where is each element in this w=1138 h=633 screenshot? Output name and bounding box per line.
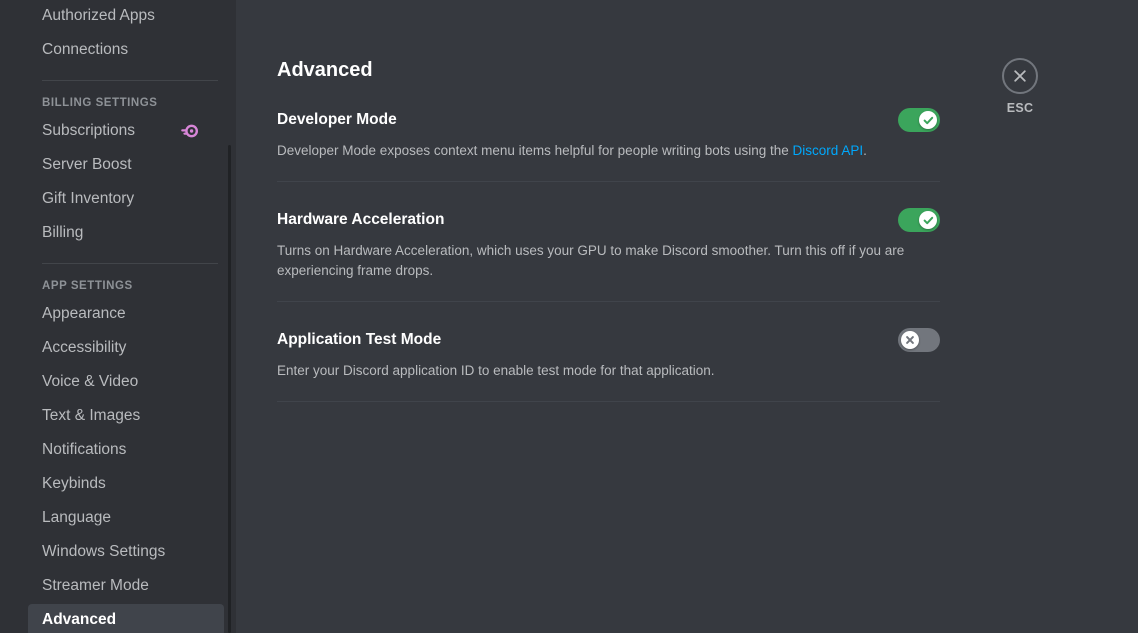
close-icon-circle[interactable]: [1002, 58, 1038, 94]
sidebar-item-connections[interactable]: Connections: [28, 34, 224, 66]
sidebar-divider: [42, 263, 218, 264]
settings-sidebar: Authorized Apps Connections BILLING SETTIN…: [0, 0, 236, 633]
sidebar-item-label: Authorized Apps: [42, 6, 155, 26]
discord-api-link[interactable]: Discord API: [793, 143, 864, 158]
sidebar-item-label: Gift Inventory: [42, 189, 134, 209]
sidebar-item-streamer-mode[interactable]: Streamer Mode: [28, 570, 224, 602]
sidebar-item-windows-settings[interactable]: Windows Settings: [28, 536, 224, 568]
sidebar-item-label: Accessibility: [42, 338, 126, 358]
toggle-knob: [919, 211, 937, 229]
sidebar-item-language[interactable]: Language: [28, 502, 224, 534]
setting-developer-mode: Developer Mode Developer Mode exposes con…: [277, 108, 940, 182]
setting-description-suffix: .: [863, 143, 867, 158]
sidebar-item-billing[interactable]: Billing: [28, 217, 224, 249]
check-icon: [923, 115, 934, 126]
setting-description-text: Developer Mode exposes context menu item…: [277, 143, 793, 158]
setting-description: Turns on Hardware Acceleration, which us…: [277, 241, 917, 281]
sidebar-item-advanced[interactable]: Advanced: [28, 604, 224, 633]
sidebar-item-notifications[interactable]: Notifications: [28, 434, 224, 466]
toggle-developer-mode[interactable]: [898, 108, 940, 132]
sidebar-item-label: Subscriptions: [42, 121, 135, 141]
setting-row: Developer Mode: [277, 108, 940, 132]
sidebar-item-label: Billing: [42, 223, 83, 243]
sidebar-divider: [42, 80, 218, 81]
sidebar-item-accessibility[interactable]: Accessibility: [28, 332, 224, 364]
setting-title: Developer Mode: [277, 110, 397, 130]
sidebar-item-authorized-apps[interactable]: Authorized Apps: [28, 0, 224, 32]
sidebar-item-label: Keybinds: [42, 474, 106, 494]
sidebar-item-label: Language: [42, 508, 111, 528]
setting-description-text: Enter your Discord application ID to ena…: [277, 363, 715, 378]
setting-row: Application Test Mode: [277, 328, 940, 352]
page-title: Advanced: [277, 58, 940, 82]
toggle-hardware-acceleration[interactable]: [898, 208, 940, 232]
sidebar-scrollbar-track[interactable]: [226, 0, 234, 633]
sidebar-item-gift-inventory[interactable]: Gift Inventory: [28, 183, 224, 215]
setting-hardware-acceleration: Hardware Acceleration Turns on Hardware A…: [277, 208, 940, 302]
setting-description-text: Turns on Hardware Acceleration, which us…: [277, 243, 904, 278]
setting-divider: [277, 401, 940, 402]
sidebar-item-label: Windows Settings: [42, 542, 165, 562]
sidebar-item-label: Connections: [42, 40, 128, 60]
settings-window: Authorized Apps Connections BILLING SETTIN…: [0, 0, 1138, 633]
close-icon: [1012, 68, 1028, 84]
esc-label: ESC: [1007, 101, 1034, 115]
settings-main-panel: Advanced Developer Mode Developer Mode ex…: [236, 0, 1138, 633]
sidebar-header-billing-settings: BILLING SETTINGS: [42, 95, 224, 111]
setting-divider: [277, 301, 940, 302]
sidebar-item-text-and-images[interactable]: Text & Images: [28, 400, 224, 432]
setting-row: Hardware Acceleration: [277, 208, 940, 232]
toggle-knob: [919, 111, 937, 129]
check-icon: [923, 215, 934, 226]
sidebar-item-keybinds[interactable]: Keybinds: [28, 468, 224, 500]
sidebar-item-label: Appearance: [42, 304, 126, 324]
setting-description: Developer Mode exposes context menu item…: [277, 141, 917, 161]
sidebar-item-label: Notifications: [42, 440, 126, 460]
toggle-knob: [901, 331, 919, 349]
sidebar-item-label: Text & Images: [42, 406, 140, 426]
setting-title: Application Test Mode: [277, 330, 441, 350]
sidebar-item-voice-and-video[interactable]: Voice & Video: [28, 366, 224, 398]
setting-description: Enter your Discord application ID to ena…: [277, 361, 917, 381]
sidebar-item-label: Voice & Video: [42, 372, 138, 392]
setting-divider: [277, 181, 940, 182]
sidebar-header-app-settings: APP SETTINGS: [42, 278, 224, 294]
advanced-settings-content: Advanced Developer Mode Developer Mode ex…: [277, 0, 940, 402]
sidebar-scrollbar-thumb[interactable]: [228, 145, 231, 633]
toggle-application-test-mode[interactable]: [898, 328, 940, 352]
sidebar-item-label: Streamer Mode: [42, 576, 149, 596]
close-settings-button[interactable]: ESC: [1000, 58, 1040, 115]
setting-title: Hardware Acceleration: [277, 210, 444, 230]
sidebar-item-label: Server Boost: [42, 155, 132, 175]
x-icon: [905, 335, 915, 345]
nitro-icon: [180, 124, 198, 138]
sidebar-item-appearance[interactable]: Appearance: [28, 298, 224, 330]
sidebar-item-server-boost[interactable]: Server Boost: [28, 149, 224, 181]
sidebar-item-subscriptions[interactable]: Subscriptions: [28, 115, 224, 147]
setting-application-test-mode: Application Test Mode Enter your Discord …: [277, 328, 940, 402]
sidebar-item-label: Advanced: [42, 610, 116, 630]
